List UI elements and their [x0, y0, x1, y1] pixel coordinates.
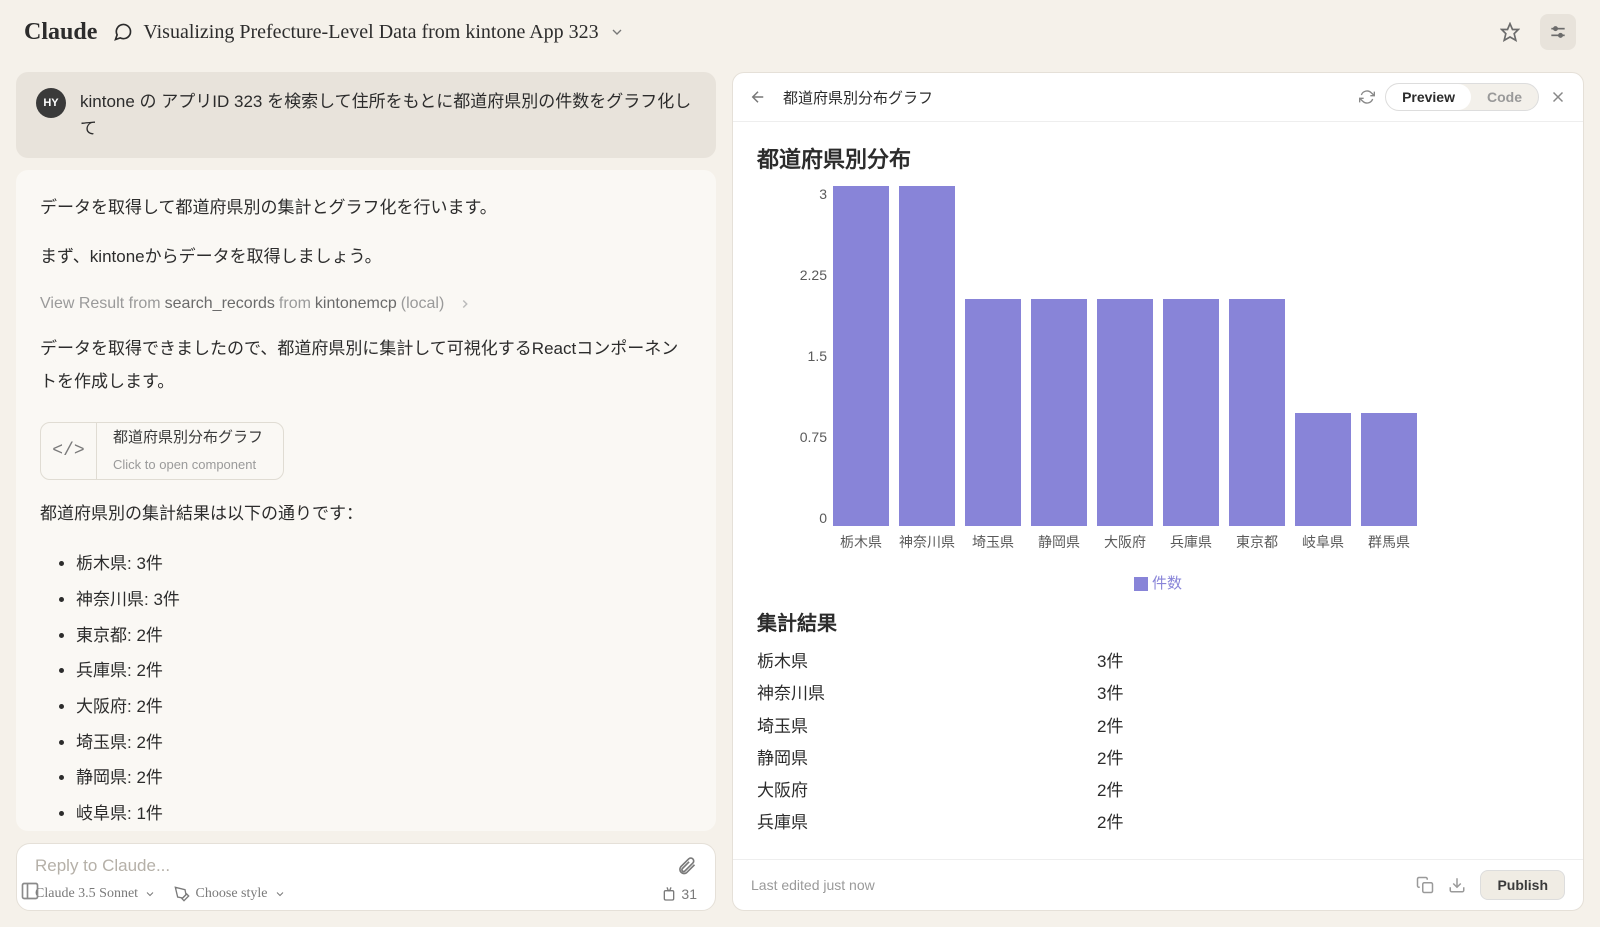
- attachment-icon[interactable]: [677, 856, 697, 876]
- assistant-p3: データを取得できましたので、都道府県別に集計して可視化するReactコンポーネン…: [40, 333, 692, 398]
- list-item: 神奈川県: 3件: [76, 582, 692, 618]
- summary-row: 静岡県2件: [757, 743, 1559, 775]
- reply-input[interactable]: Reply to Claude...: [35, 856, 665, 876]
- assistant-message: データを取得して都道府県別の集計とグラフ化を行います。 まず、kintoneから…: [16, 170, 716, 831]
- component-artifact-card[interactable]: </> 都道府県別分布グラフ Click to open component: [40, 422, 284, 480]
- sidebar-toggle-icon[interactable]: [20, 881, 40, 901]
- result-list: 栃木県: 3件 神奈川県: 3件 東京都: 2件 兵庫県: 2件 大阪府: 2件…: [40, 546, 692, 831]
- view-toggle[interactable]: Preview Code: [1385, 83, 1539, 111]
- chat-icon[interactable]: [113, 22, 133, 42]
- tool-call-result[interactable]: View Result from search_records from kin…: [40, 289, 692, 319]
- app-logo[interactable]: Claude: [24, 19, 97, 46]
- bar: [1229, 299, 1285, 526]
- user-message-text: kintone の アプリID 323 を検索して住所をもとに都道府県別の件数を…: [80, 88, 696, 142]
- assistant-p1: データを取得して都道府県別の集計とグラフ化を行います。: [40, 192, 692, 224]
- summary-row: 神奈川県3件: [757, 678, 1559, 710]
- download-icon[interactable]: [1448, 876, 1466, 894]
- style-selector[interactable]: Choose style: [174, 886, 286, 902]
- chevron-down-icon[interactable]: [609, 24, 625, 40]
- token-counter: 31: [661, 886, 697, 902]
- bar: [965, 299, 1021, 526]
- summary-heading: 集計結果: [757, 607, 1559, 636]
- last-edited-text: Last edited just now: [751, 877, 875, 893]
- x-tick-label: 岐阜県: [1295, 532, 1351, 552]
- conversation-column: HY kintone の アプリID 323 を検索して住所をもとに都道府県別の…: [16, 72, 716, 911]
- summary-row: 兵庫県2件: [757, 807, 1559, 839]
- bar: [1295, 413, 1351, 526]
- back-icon[interactable]: [749, 88, 767, 106]
- x-tick-label: 静岡県: [1031, 532, 1087, 552]
- summary-row: 埼玉県2件: [757, 711, 1559, 743]
- bar: [1097, 299, 1153, 526]
- list-item: 大阪府: 2件: [76, 689, 692, 725]
- refresh-icon[interactable]: [1359, 89, 1375, 105]
- settings-slider-icon[interactable]: [1540, 14, 1576, 50]
- component-title: 都道府県別分布グラフ: [113, 424, 263, 453]
- tab-preview[interactable]: Preview: [1386, 84, 1471, 110]
- x-tick-label: 栃木県: [833, 532, 889, 552]
- assistant-p2: まず、kintoneからデータを取得しましょう。: [40, 241, 692, 273]
- copy-icon[interactable]: [1416, 876, 1434, 894]
- summary-row: 大阪府2件: [757, 775, 1559, 807]
- list-item: 埼玉県: 2件: [76, 725, 692, 761]
- summary-row: 栃木県3件: [757, 646, 1559, 678]
- tab-code[interactable]: Code: [1471, 84, 1538, 110]
- publish-button[interactable]: Publish: [1480, 870, 1565, 900]
- list-item: 岐阜県: 1件: [76, 796, 692, 831]
- model-selector[interactable]: Claude 3.5 Sonnet: [35, 886, 156, 902]
- bar: [1361, 413, 1417, 526]
- assistant-p4: 都道府県別の集計結果は以下の通りです：: [40, 498, 692, 530]
- bar-chart: 3 2.25 1.5 0.75 0 栃木県神奈川県埼玉県静岡県大阪府兵庫県東京都…: [777, 186, 1559, 586]
- x-tick-label: 神奈川県: [899, 532, 955, 552]
- code-icon: </>: [41, 423, 97, 479]
- x-tick-label: 群馬県: [1361, 532, 1417, 552]
- bar: [899, 186, 955, 526]
- avatar: HY: [36, 88, 66, 118]
- x-tick-label: 東京都: [1229, 532, 1285, 552]
- chevron-right-icon: [458, 297, 472, 311]
- reply-input-area[interactable]: Reply to Claude... Claude 3.5 Sonnet Cho…: [16, 843, 716, 911]
- list-item: 東京都: 2件: [76, 618, 692, 654]
- app-header: Claude Visualizing Prefecture-Level Data…: [0, 0, 1600, 64]
- list-item: 栃木県: 3件: [76, 546, 692, 582]
- list-item: 兵庫県: 2件: [76, 653, 692, 689]
- star-icon[interactable]: [1492, 14, 1528, 50]
- y-axis: 3 2.25 1.5 0.75 0: [777, 186, 827, 526]
- x-tick-label: 埼玉県: [965, 532, 1021, 552]
- x-tick-label: 兵庫県: [1163, 532, 1219, 552]
- close-icon[interactable]: [1549, 88, 1567, 106]
- preview-panel-title: 都道府県別分布グラフ: [783, 87, 1343, 108]
- chart-heading: 都道府県別分布: [757, 142, 1559, 174]
- user-message: HY kintone の アプリID 323 を検索して住所をもとに都道府県別の…: [16, 72, 716, 158]
- list-item: 静岡県: 2件: [76, 760, 692, 796]
- preview-panel: 都道府県別分布グラフ Preview Code 都道府県別分布 3 2.: [732, 72, 1584, 911]
- x-tick-label: 大阪府: [1097, 532, 1153, 552]
- page-title[interactable]: Visualizing Prefecture-Level Data from k…: [143, 21, 598, 44]
- component-subtitle: Click to open component: [113, 453, 263, 478]
- bar: [1031, 299, 1087, 526]
- bar: [1163, 299, 1219, 526]
- bar: [833, 186, 889, 526]
